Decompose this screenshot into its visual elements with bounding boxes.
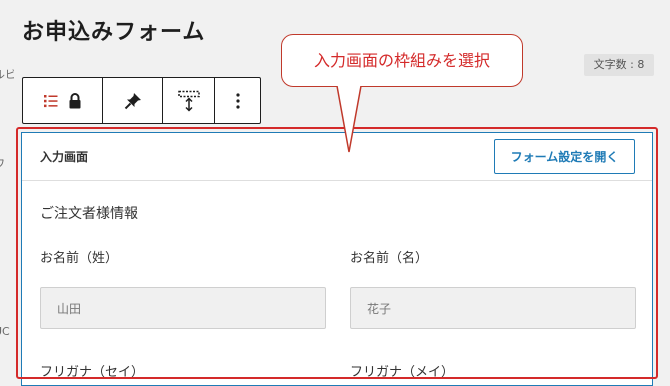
sidebar-fragment-text: ルビ — [0, 68, 14, 81]
block-toolbar — [22, 77, 261, 124]
lock-icon[interactable] — [68, 92, 82, 109]
annotation-callout: 入力画面の枠組みを選択 — [281, 34, 523, 87]
form-input-panel[interactable]: 入力画面 フォーム設定を開く ご注文者様情報 お名前（姓） お名前（名） フリガ… — [21, 132, 653, 386]
toolbar-group-height — [163, 78, 215, 123]
last-name-kana-label: フリガナ（セイ） — [40, 365, 145, 380]
open-form-settings-button[interactable]: フォーム設定を開く — [494, 139, 635, 174]
callout-tail — [336, 86, 362, 153]
first-name-input[interactable] — [350, 287, 636, 329]
section-heading: ご注文者様情報 — [40, 206, 138, 222]
first-name-label: お名前（名） — [350, 251, 429, 266]
sidebar-fragment-text: ワ — [0, 155, 5, 171]
panel-title: 入力画面 — [40, 150, 89, 164]
char-count-badge: 文字数 : 8 — [584, 54, 654, 76]
toolbar-group-pin — [103, 78, 163, 123]
last-name-input[interactable] — [40, 287, 326, 329]
sidebar-fragment-text: UC — [0, 325, 10, 338]
toolbar-group-more — [215, 78, 260, 123]
page-title: お申込みフォーム — [22, 19, 206, 45]
last-name-label: お名前（姓） — [40, 251, 119, 266]
toolbar-group-block — [23, 78, 103, 123]
list-icon[interactable] — [43, 94, 58, 108]
more-vertical-icon[interactable] — [235, 92, 240, 109]
left-sidebar-fragment: ルビ ワ UC — [0, 0, 14, 386]
resize-height-icon[interactable] — [177, 90, 200, 112]
first-name-kana-label: フリガナ（メイ） — [350, 365, 455, 380]
pin-icon[interactable] — [124, 92, 142, 110]
